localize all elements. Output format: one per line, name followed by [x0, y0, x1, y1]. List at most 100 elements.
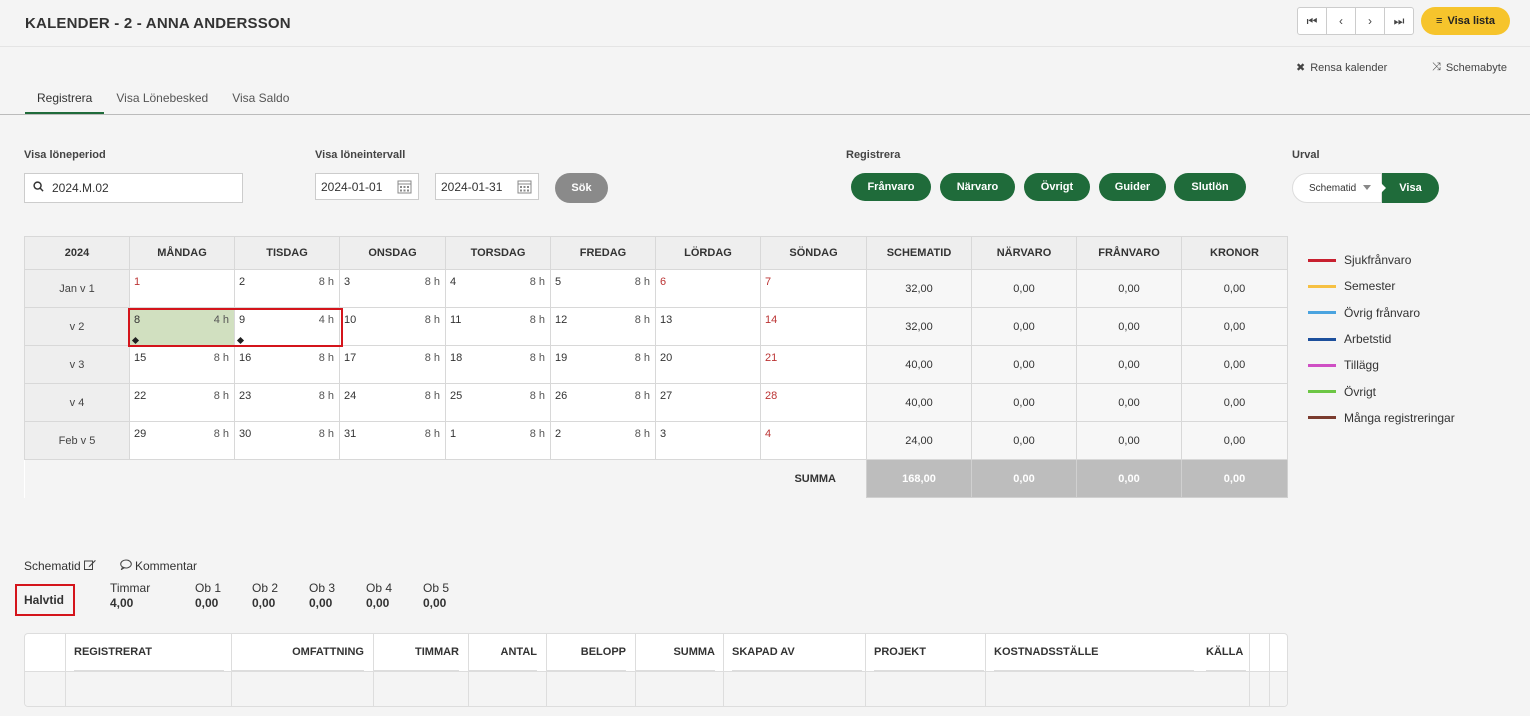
- column-header-belopp[interactable]: BELOPP: [546, 634, 626, 671]
- kommentar-link[interactable]: Kommentar: [120, 559, 197, 573]
- from-date-input[interactable]: 2024-01-01: [315, 173, 419, 200]
- calendar-day-cell[interactable]: 2 8 h: [234, 269, 340, 308]
- last-icon: ⏭: [1393, 13, 1405, 28]
- calendar-day-cell[interactable]: 29 8 h: [129, 421, 235, 460]
- calendar-day-cell[interactable]: 3: [655, 421, 761, 460]
- calendar-day-cell[interactable]: 12 8 h: [550, 307, 656, 346]
- day-hours: 8 h: [318, 352, 334, 364]
- day-number: 26: [555, 390, 568, 402]
- calendar-day-cell[interactable]: 16 8 h: [234, 345, 340, 384]
- calendar-day-cell[interactable]: 28: [760, 383, 867, 422]
- day-number: 5: [555, 276, 562, 288]
- calendar-day-cell[interactable]: 4: [760, 421, 867, 460]
- column-header-summa[interactable]: SUMMA: [635, 634, 715, 671]
- calendar-day-cell[interactable]: 13: [655, 307, 761, 346]
- rensa-kalender-link[interactable]: ✖ Rensa kalender: [1296, 61, 1387, 75]
- column-header-registrerat[interactable]: REGISTRERAT: [74, 634, 224, 671]
- calendar-day-cell[interactable]: 2 8 h: [550, 421, 656, 460]
- column-header-kostnadsstalle[interactable]: KOSTNADSSTÄLLE: [994, 634, 1194, 671]
- day-number: 2: [239, 276, 246, 288]
- selection-highlight-box: [128, 308, 343, 347]
- calendar-day-cell[interactable]: 23 8 h: [234, 383, 340, 422]
- legend-label: Sjukfrånvaro: [1344, 253, 1412, 268]
- calendar-day-cell[interactable]: 18 8 h: [445, 345, 551, 384]
- to-date-value: 2024-01-31: [441, 179, 503, 194]
- calendar-day-cell[interactable]: 26 8 h: [550, 383, 656, 422]
- day-number: 22: [134, 390, 147, 402]
- calendar-day-cell[interactable]: 1 8 h: [445, 421, 551, 460]
- stat-label: Ob 2: [252, 581, 279, 595]
- calendar-day-cell[interactable]: 4 8 h: [445, 269, 551, 308]
- urval-control: Schematid Visa: [1292, 173, 1439, 203]
- calendar-day-cell[interactable]: 10 8 h: [339, 307, 446, 346]
- calendar-day-cell[interactable]: 5 8 h: [550, 269, 656, 308]
- calendar-day-cell[interactable]: 20: [655, 345, 761, 384]
- narvaro-button[interactable]: Närvaro: [940, 173, 1015, 201]
- legend-swatch: [1308, 284, 1336, 288]
- day-hours: 8 h: [634, 428, 650, 440]
- day-number: 3: [344, 276, 351, 288]
- first-record-button[interactable]: ⏮: [1297, 7, 1327, 35]
- day-hours: 8 h: [529, 314, 545, 326]
- calendar-day-cell[interactable]: 22 8 h: [129, 383, 235, 422]
- calendar-day-cell[interactable]: 25 8 h: [445, 383, 551, 422]
- tab-registrera[interactable]: Registrera: [25, 83, 105, 114]
- calendar-day-cell[interactable]: 30 8 h: [234, 421, 340, 460]
- slutlon-button[interactable]: Slutlön: [1174, 173, 1246, 201]
- column-header-projekt[interactable]: PROJEKT: [874, 634, 984, 671]
- calendar-day-cell[interactable]: 27: [655, 383, 761, 422]
- calendar-header-row: 2024 MÅNDAG TISDAG ONSDAG TORSDAG FREDAG…: [24, 236, 1288, 270]
- calendar-day-cell[interactable]: 19 8 h: [550, 345, 656, 384]
- calendar-day-cell[interactable]: 31 8 h: [339, 421, 446, 460]
- from-date-value: 2024-01-01: [321, 179, 383, 194]
- week-sum-value: 0,00: [1076, 345, 1182, 384]
- calendar-day-cell[interactable]: 6: [655, 269, 761, 308]
- calendar-day-cell[interactable]: 1: [129, 269, 235, 308]
- day-header: TORSDAG: [445, 236, 551, 270]
- tab-visa-lonebesked[interactable]: Visa Lönebesked: [104, 83, 220, 114]
- calendar-day-cell[interactable]: 3 8 h: [339, 269, 446, 308]
- sok-button[interactable]: Sök: [555, 173, 608, 203]
- week-sum-value: 0,00: [1076, 421, 1182, 460]
- day-number: 31: [344, 428, 357, 440]
- schemabyte-link[interactable]: ⤨ Schemabyte: [1432, 61, 1507, 74]
- column-header-timmar[interactable]: TIMMAR: [373, 634, 459, 671]
- day-number: 1: [450, 428, 457, 440]
- day-number: 12: [555, 314, 568, 326]
- calendar-day-cell[interactable]: 21: [760, 345, 867, 384]
- prev-record-button[interactable]: ‹: [1326, 7, 1356, 35]
- tab-visa-saldo[interactable]: Visa Saldo: [220, 83, 301, 114]
- ovrigt-button[interactable]: Övrigt: [1024, 173, 1090, 201]
- to-date-input[interactable]: 2024-01-31: [435, 173, 539, 200]
- week-sum-value: 0,00: [971, 345, 1077, 384]
- franvaro-button[interactable]: Frånvaro: [851, 173, 931, 201]
- calendar-day-cell[interactable]: 15 8 h: [129, 345, 235, 384]
- legend-item: Tillägg: [1308, 352, 1455, 378]
- column-header-omfattning[interactable]: OMFATTNING: [231, 634, 364, 671]
- calendar-day-cell[interactable]: 17 8 h: [339, 345, 446, 384]
- visa-lista-button[interactable]: ≡ Visa lista: [1421, 7, 1510, 35]
- day-hours: 8 h: [424, 428, 440, 440]
- calendar-day-cell[interactable]: 14: [760, 307, 867, 346]
- loneintervall-label: Visa löneintervall: [315, 149, 406, 161]
- column-header-antal[interactable]: ANTAL: [468, 634, 537, 671]
- column-header-skapad-av[interactable]: SKAPAD AV: [732, 634, 862, 671]
- close-icon: ✖: [1296, 62, 1306, 74]
- guider-button[interactable]: Guider: [1099, 173, 1166, 201]
- calendar-day-cell[interactable]: 24 8 h: [339, 383, 446, 422]
- urval-select[interactable]: Schematid: [1292, 173, 1382, 203]
- calendar-day-cell[interactable]: 11 8 h: [445, 307, 551, 346]
- last-record-button[interactable]: ⏭: [1384, 7, 1414, 35]
- schematid-link[interactable]: Schematid: [24, 559, 96, 573]
- day-header: SÖNDAG: [760, 236, 867, 270]
- visa-button[interactable]: Visa: [1381, 173, 1439, 203]
- stat-label: Ob 1: [195, 581, 222, 595]
- day-number: 10: [344, 314, 357, 326]
- next-record-button[interactable]: ›: [1355, 7, 1385, 35]
- day-hours: 8 h: [529, 390, 545, 402]
- menu-icon: ≡: [1436, 15, 1443, 27]
- loneperiod-input[interactable]: 2024.M.02: [24, 173, 243, 203]
- calendar-day-cell[interactable]: 7: [760, 269, 867, 308]
- week-sum-value: 40,00: [866, 345, 972, 384]
- column-header-kalla[interactable]: KÄLLA: [1206, 634, 1246, 671]
